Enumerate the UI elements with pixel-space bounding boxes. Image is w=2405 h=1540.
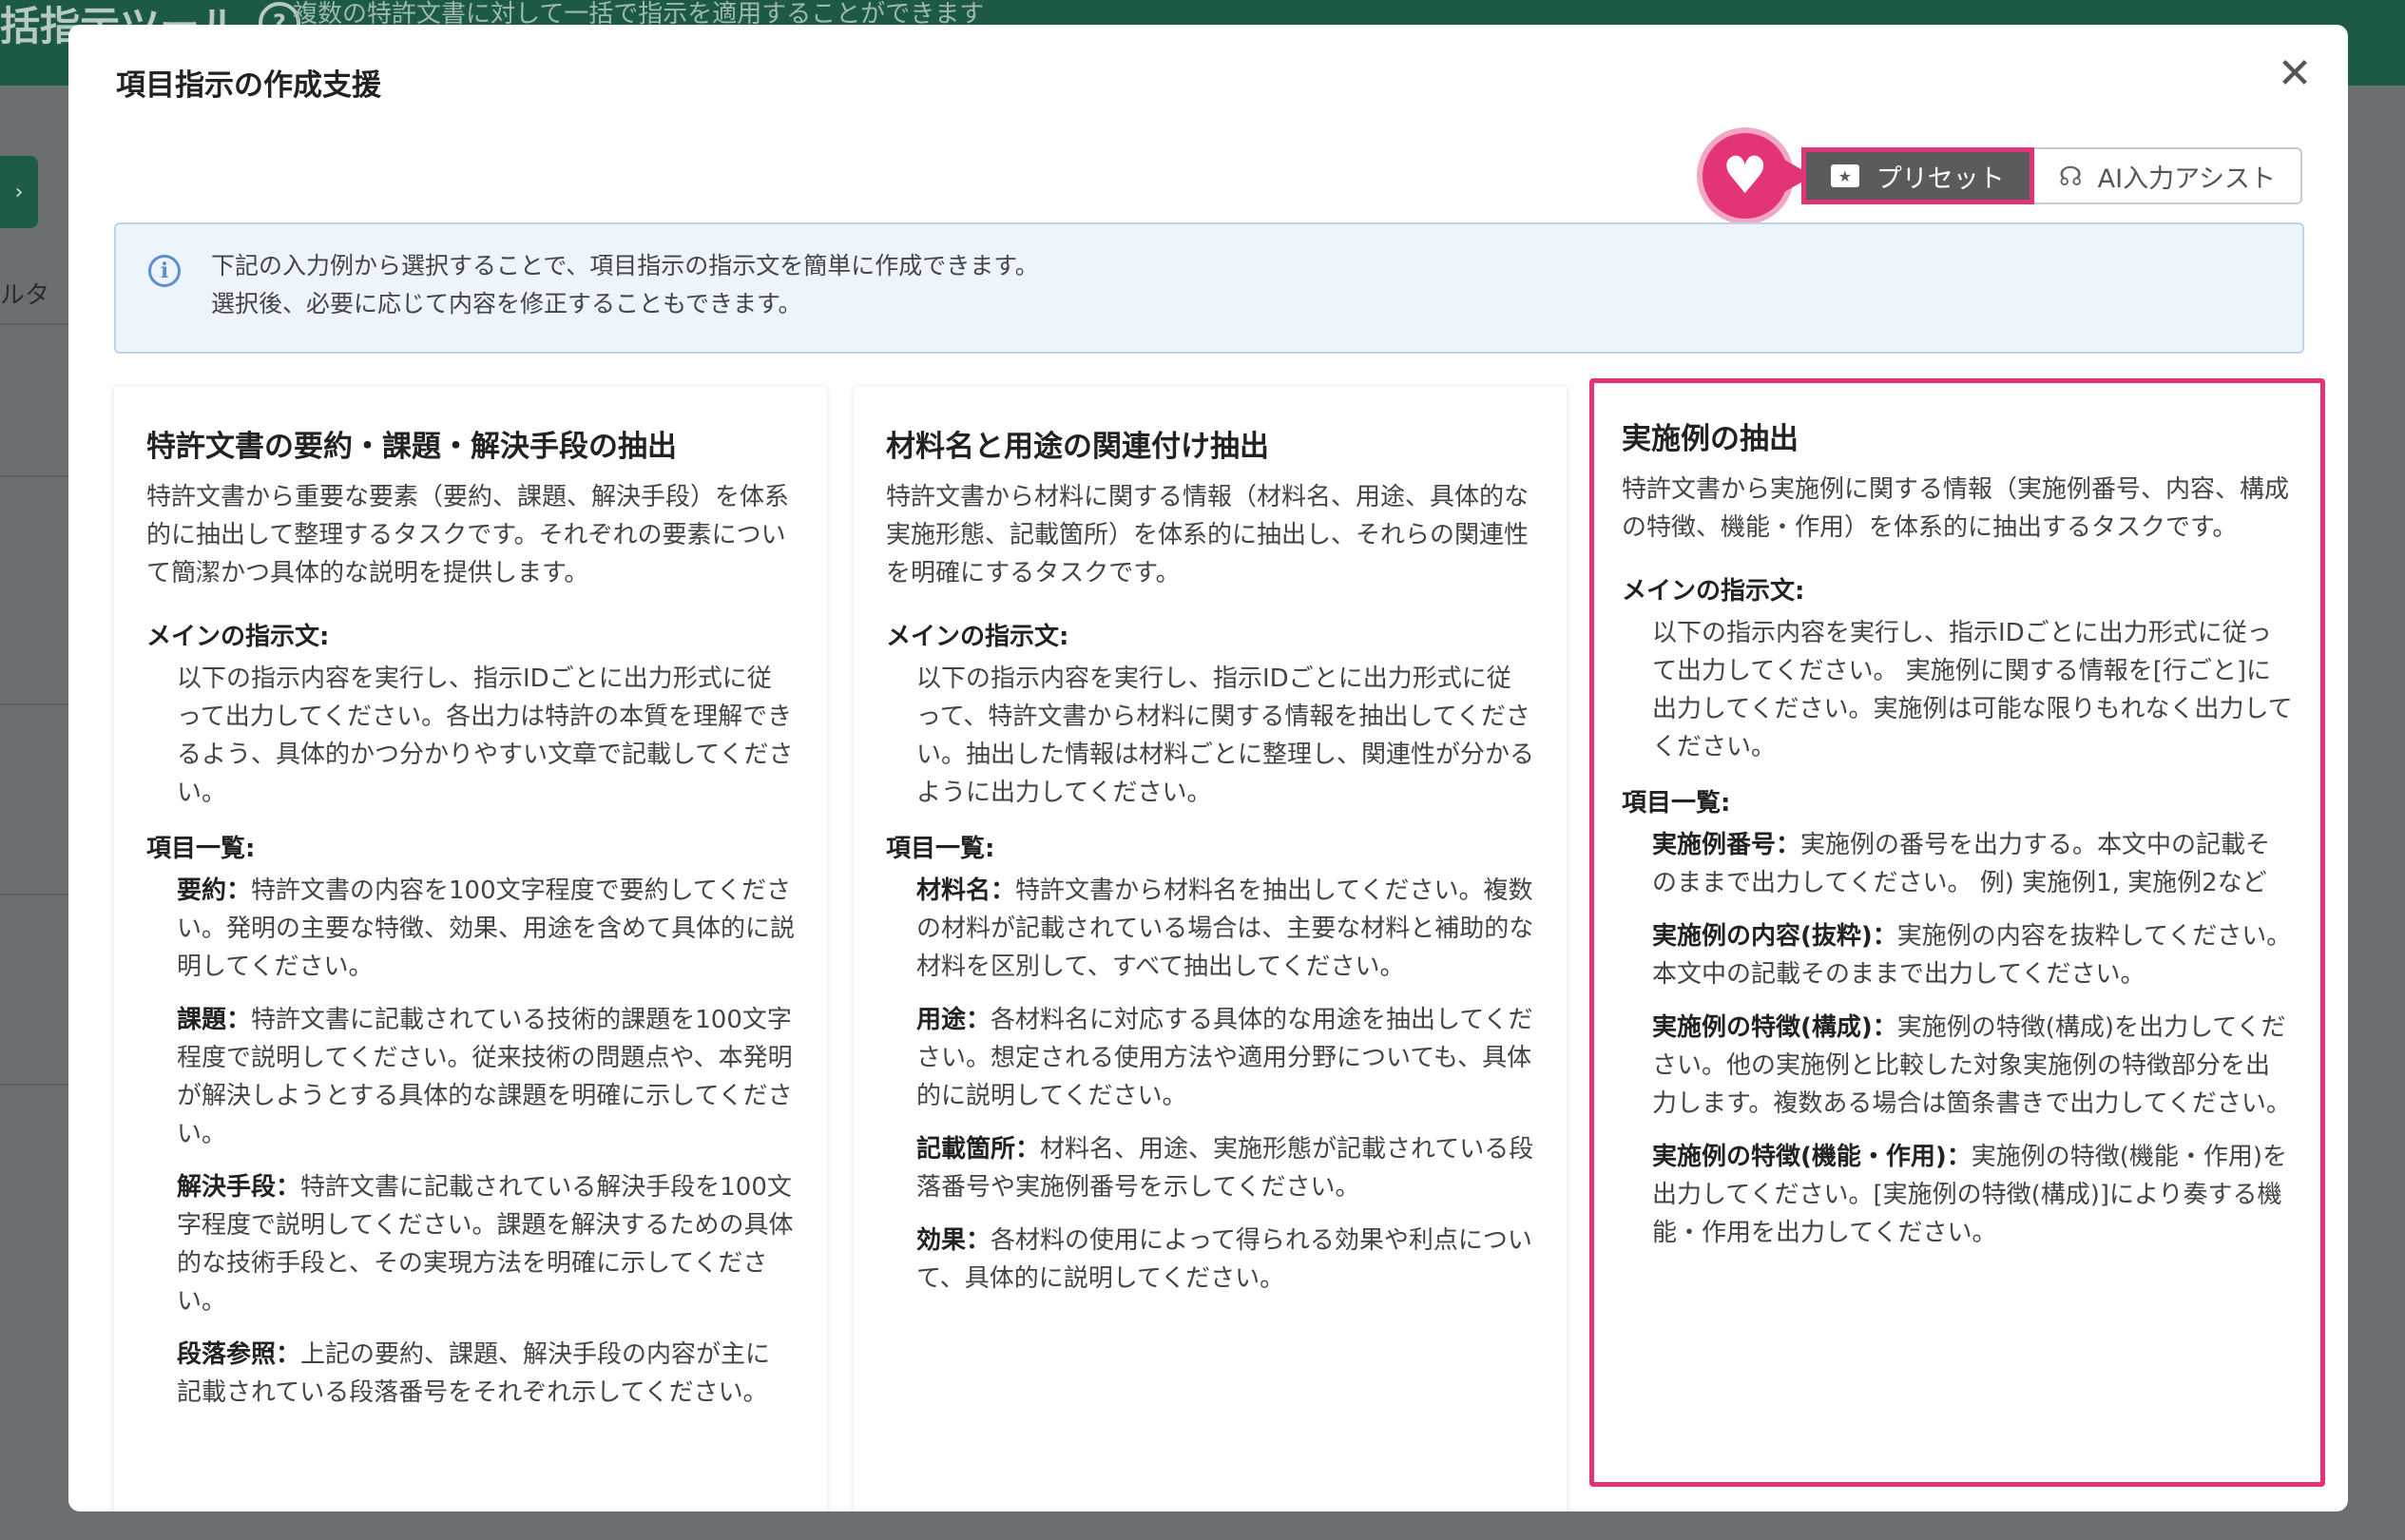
item-name: 段落参照：: [177, 1340, 301, 1369]
main-instruction-text: 以下の指示内容を実行し、指示IDごとに出力形式に従って出力してください。各出力は…: [177, 664, 794, 807]
card-title: 実施例の抽出: [1622, 422, 1799, 456]
item-name: 材料名：: [916, 876, 1016, 905]
list-item: 実施例の内容(抜粋)：実施例の内容を抜粋してください。本文中の記載そのままで出力…: [1622, 917, 2293, 993]
main-instruction-text: 以下の指示内容を実行し、指示IDごとに出力形式に従って出力してください。 実施例…: [1652, 619, 2293, 761]
list-item: 材料名：特許文書から材料名を抽出してください。複数の材料が記載されている場合は、…: [886, 872, 1534, 986]
item-text: 各材料の使用によって得られる効果や利点について、具体的に説明してください。: [916, 1226, 1532, 1293]
item-text: 各材料名に対応する具体的な用途を抽出してください。想定される使用方法や適用分野に…: [916, 1006, 1533, 1110]
divider: [0, 703, 68, 705]
items-label: 項目一覧:: [1622, 789, 1731, 818]
main-instruction-label: メインの指示文:: [146, 623, 330, 651]
card-description: 特許文書から材料に関する情報（材料名、用途、具体的な実施形態、記載箇所）を体系的…: [886, 483, 1530, 587]
list-item: 実施例の特徴(機能・作用)：実施例の特徴(機能・作用)を出力してください。[実施…: [1622, 1138, 2293, 1252]
heart-icon: ♥: [1722, 145, 1768, 205]
item-name: 要約：: [177, 876, 252, 905]
item-name: 実施例の特徴(機能・作用)：: [1652, 1143, 1972, 1171]
modal-title: 項目指示の作成支援: [116, 68, 381, 103]
folder-star-icon: ★: [1830, 164, 1859, 187]
preset-card-materials[interactable]: 材料名と用途の関連付け抽出 特許文書から材料に関する情報（材料名、用途、具体的な…: [854, 386, 1567, 1511]
filter-label: ルタ: [0, 281, 50, 310]
list-item: 実施例番号：実施例の番号を出力する。本文中の記載そのままで出力してください。 例…: [1622, 826, 2293, 902]
list-item: 段落参照：上記の要約、課題、解決手段の内容が主に記載されている段落番号をそれぞれ…: [146, 1336, 795, 1412]
ai-assist-button-label: AI入力アシスト: [2097, 164, 2276, 194]
preset-card-summary[interactable]: 特許文書の要約・課題・解決手段の抽出 特許文書から重要な要素（要約、課題、解決手…: [114, 386, 827, 1511]
item-name: 記載箇所：: [916, 1135, 1041, 1164]
list-item: 課題：特許文書に記載されている技術的課題を100文字程度で説明してください。従来…: [146, 1001, 795, 1153]
list-item: 記載箇所：材料名、用途、実施形態が記載されている段落番号や実施例番号を示してくだ…: [886, 1130, 1534, 1206]
info-banner: i 下記の入力例から選択することで、項目指示の指示文を簡単に作成できます。 選択…: [114, 222, 2304, 354]
main-instruction-text: 以下の指示内容を実行し、指示IDごとに出力形式に従って、特許文書から材料に関する…: [916, 664, 1535, 807]
preset-button[interactable]: ★ プリセット: [1800, 147, 2034, 204]
list-item: 解決手段：特許文書に記載されている解決手段を100文字程度で説明してください。課…: [146, 1168, 795, 1320]
card-title: 材料名と用途の関連付け抽出: [886, 430, 1269, 464]
preset-card-examples[interactable]: 実施例の抽出 特許文書から実施例に関する情報（実施例番号、内容、構成の特徴、機能…: [1589, 378, 2325, 1487]
items-label: 項目一覧:: [886, 835, 995, 863]
close-icon[interactable]: ✕: [2274, 53, 2316, 95]
divider: [0, 894, 68, 895]
item-name: 用途：: [916, 1006, 991, 1034]
highlight-heart-icon: ♥: [1702, 133, 1813, 219]
list-item: 要約：特許文書の内容を100文字程度で要約してください。発明の主要な特徴、効果、…: [146, 872, 795, 986]
ai-headset-icon: ☊: [2058, 160, 2083, 192]
list-item: 用途：各材料名に対応する具体的な用途を抽出してください。想定される使用方法や適用…: [886, 1001, 1534, 1115]
item-name: 効果：: [916, 1226, 991, 1255]
preset-button-label: プリセット: [1876, 164, 2005, 194]
item-text: 特許文書の内容を100文字程度で要約してください。発明の主要な特徴、効果、用途を…: [177, 876, 796, 981]
item-name: 実施例の特徴(構成)：: [1652, 1013, 1897, 1042]
list-item: 実施例の特徴(構成)：実施例の特徴(構成)を出力してください。他の実施例と比較し…: [1622, 1009, 2293, 1123]
ai-assist-button[interactable]: ☊ AI入力アシスト: [2033, 147, 2302, 204]
toolbar: ♥ ★ プリセット ☊ AI入力アシスト: [1702, 133, 2302, 219]
item-text: 特許文書に記載されている技術的課題を100文字程度で説明してください。従来技術の…: [177, 1006, 793, 1148]
main-instruction-label: メインの指示文:: [1622, 577, 1805, 606]
items-label: 項目一覧:: [146, 835, 256, 863]
card-title: 特許文書の要約・課題・解決手段の抽出: [146, 430, 677, 464]
divider: [0, 475, 68, 477]
divider: [0, 323, 68, 325]
divider: [0, 1084, 68, 1086]
item-name: 課題：: [177, 1006, 252, 1034]
info-text: 下記の入力例から選択することで、項目指示の指示文を簡単に作成できます。 選択後、…: [211, 247, 1039, 323]
info-line-1: 下記の入力例から選択することで、項目指示の指示文を簡単に作成できます。: [211, 252, 1039, 279]
card-description: 特許文書から重要な要素（要約、課題、解決手段）を体系的に抽出して整理するタスクで…: [146, 483, 790, 587]
side-button: ›: [0, 156, 38, 228]
item-name: 実施例番号：: [1652, 831, 1801, 859]
list-item: 効果：各材料の使用によって得られる効果や利点について、具体的に説明してください。: [886, 1222, 1534, 1298]
card-description: 特許文書から実施例に関する情報（実施例番号、内容、構成の特徴、機能・作用）を体系…: [1622, 475, 2290, 542]
instruction-support-modal: 項目指示の作成支援 ✕ ♥ ★ プリセット ☊ AI入力アシスト i 下記の入力…: [68, 25, 2348, 1511]
info-line-2: 選択後、必要に応じて内容を修正することもできます。: [211, 290, 802, 318]
item-name: 解決手段：: [177, 1173, 301, 1202]
main-instruction-label: メインの指示文:: [886, 623, 1069, 651]
item-name: 実施例の内容(抜粋)：: [1652, 922, 1897, 951]
info-icon: i: [148, 255, 181, 287]
